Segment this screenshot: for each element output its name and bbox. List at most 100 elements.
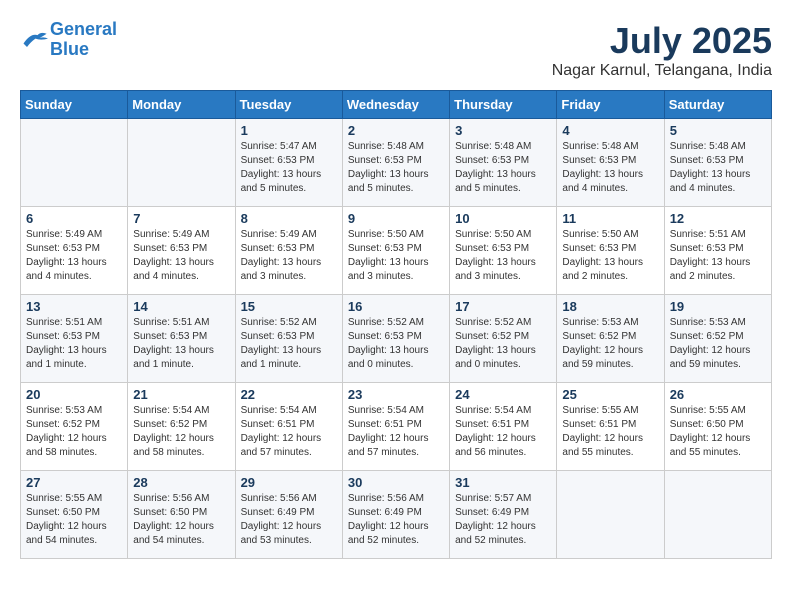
calendar-cell: 7Sunrise: 5:49 AM Sunset: 6:53 PM Daylig… — [128, 207, 235, 295]
day-info: Sunrise: 5:49 AM Sunset: 6:53 PM Dayligh… — [133, 228, 229, 284]
day-info: Sunrise: 5:52 AM Sunset: 6:53 PM Dayligh… — [241, 316, 337, 372]
calendar-cell: 28 Sunrise: 5:56 AM Sunset: 6:50 PM Dayli… — [128, 471, 235, 559]
calendar-cell: 8 Sunrise: 5:49 AM Sunset: 6:53 PM Daylig… — [235, 207, 342, 295]
calendar-cell — [21, 119, 128, 207]
week-row-1: 1 Sunrise: 5:47 AM Sunset: 6:53 PM Daylig… — [21, 119, 772, 207]
calendar-cell: 24 Sunrise: 5:54 AM Sunset: 6:51 PM Dayli… — [450, 383, 557, 471]
calendar-cell: 12 Sunrise: 5:51 AM Sunset: 6:53 PM Dayli… — [664, 207, 771, 295]
calendar-cell: 18Sunrise: 5:53 AM Sunset: 6:52 PM Dayli… — [557, 295, 664, 383]
day-number: 15 — [241, 299, 337, 314]
calendar-cell: 16 Sunrise: 5:52 AM Sunset: 6:53 PM Dayli… — [342, 295, 449, 383]
day-number: 4 — [562, 123, 658, 138]
title-area: July 2025 Nagar Karnul, Telangana, India — [552, 20, 772, 80]
day-number: 8 — [241, 211, 337, 226]
day-number: 16 — [348, 299, 444, 314]
day-info: Sunrise: 5:51 AM Sunset: 6:53 PM Dayligh… — [670, 228, 766, 284]
calendar-cell: 1 Sunrise: 5:47 AM Sunset: 6:53 PM Daylig… — [235, 119, 342, 207]
header-wednesday: Wednesday — [342, 91, 449, 119]
day-number: 10 — [455, 211, 551, 226]
day-number: 21 — [133, 387, 229, 402]
day-info: Sunrise: 5:47 AM Sunset: 6:53 PM Dayligh… — [241, 140, 337, 196]
calendar-cell: 17Sunrise: 5:52 AM Sunset: 6:52 PM Dayli… — [450, 295, 557, 383]
day-info: Sunrise: 5:56 AM Sunset: 6:50 PM Dayligh… — [133, 492, 229, 548]
calendar-cell: 14 Sunrise: 5:51 AM Sunset: 6:53 PM Dayli… — [128, 295, 235, 383]
day-info: Sunrise: 5:51 AM Sunset: 6:53 PM Dayligh… — [26, 316, 122, 372]
day-number: 22 — [241, 387, 337, 402]
calendar-cell: 13 Sunrise: 5:51 AM Sunset: 6:53 PM Dayli… — [21, 295, 128, 383]
day-number: 27 — [26, 475, 122, 490]
day-info: Sunrise: 5:54 AM Sunset: 6:51 PM Dayligh… — [241, 404, 337, 460]
day-number: 12 — [670, 211, 766, 226]
location-title: Nagar Karnul, Telangana, India — [552, 62, 772, 80]
day-info: Sunrise: 5:48 AM Sunset: 6:53 PM Dayligh… — [348, 140, 444, 196]
logo: General Blue — [20, 20, 117, 60]
header-saturday: Saturday — [664, 91, 771, 119]
header-friday: Friday — [557, 91, 664, 119]
calendar-cell: 10 Sunrise: 5:50 AM Sunset: 6:53 PM Dayli… — [450, 207, 557, 295]
logo-bird-icon — [20, 28, 48, 52]
day-number: 31 — [455, 475, 551, 490]
calendar-cell: 15 Sunrise: 5:52 AM Sunset: 6:53 PM Dayli… — [235, 295, 342, 383]
calendar-cell: 26 Sunrise: 5:55 AM Sunset: 6:50 PM Dayli… — [664, 383, 771, 471]
calendar-cell: 31 Sunrise: 5:57 AM Sunset: 6:49 PM Dayli… — [450, 471, 557, 559]
day-info: Sunrise: 5:50 AM Sunset: 6:53 PM Dayligh… — [455, 228, 551, 284]
calendar-cell: 25Sunrise: 5:55 AM Sunset: 6:51 PM Dayli… — [557, 383, 664, 471]
day-number: 23 — [348, 387, 444, 402]
calendar-cell — [664, 471, 771, 559]
calendar-cell: 4Sunrise: 5:48 AM Sunset: 6:53 PM Daylig… — [557, 119, 664, 207]
month-title: July 2025 — [552, 20, 772, 62]
day-number: 3 — [455, 123, 551, 138]
header-monday: Monday — [128, 91, 235, 119]
calendar-cell: 19 Sunrise: 5:53 AM Sunset: 6:52 PM Dayli… — [664, 295, 771, 383]
day-info: Sunrise: 5:57 AM Sunset: 6:49 PM Dayligh… — [455, 492, 551, 548]
day-number: 18 — [562, 299, 658, 314]
day-number: 13 — [26, 299, 122, 314]
calendar-cell: 21 Sunrise: 5:54 AM Sunset: 6:52 PM Dayli… — [128, 383, 235, 471]
day-number: 6 — [26, 211, 122, 226]
day-number: 29 — [241, 475, 337, 490]
day-info: Sunrise: 5:51 AM Sunset: 6:53 PM Dayligh… — [133, 316, 229, 372]
day-number: 11 — [562, 211, 658, 226]
day-number: 1 — [241, 123, 337, 138]
day-number: 25 — [562, 387, 658, 402]
day-info: Sunrise: 5:50 AM Sunset: 6:53 PM Dayligh… — [348, 228, 444, 284]
calendar-cell: 6 Sunrise: 5:49 AM Sunset: 6:53 PM Daylig… — [21, 207, 128, 295]
day-info: Sunrise: 5:53 AM Sunset: 6:52 PM Dayligh… — [670, 316, 766, 372]
day-info: Sunrise: 5:55 AM Sunset: 6:50 PM Dayligh… — [26, 492, 122, 548]
calendar-cell: 29 Sunrise: 5:56 AM Sunset: 6:49 PM Dayli… — [235, 471, 342, 559]
day-number: 5 — [670, 123, 766, 138]
day-number: 28 — [133, 475, 229, 490]
calendar-cell: 2Sunrise: 5:48 AM Sunset: 6:53 PM Daylig… — [342, 119, 449, 207]
day-number: 24 — [455, 387, 551, 402]
day-number: 20 — [26, 387, 122, 402]
header: General Blue July 2025 Nagar Karnul, Tel… — [20, 20, 772, 80]
day-number: 19 — [670, 299, 766, 314]
day-info: Sunrise: 5:49 AM Sunset: 6:53 PM Dayligh… — [26, 228, 122, 284]
logo-text-line1: General — [50, 20, 117, 40]
logo-text-line2: Blue — [50, 40, 117, 60]
calendar-header-row: SundayMondayTuesdayWednesdayThursdayFrid… — [21, 91, 772, 119]
calendar-cell: 20 Sunrise: 5:53 AM Sunset: 6:52 PM Dayli… — [21, 383, 128, 471]
calendar-cell: 27 Sunrise: 5:55 AM Sunset: 6:50 PM Dayli… — [21, 471, 128, 559]
day-info: Sunrise: 5:48 AM Sunset: 6:53 PM Dayligh… — [455, 140, 551, 196]
day-info: Sunrise: 5:48 AM Sunset: 6:53 PM Dayligh… — [670, 140, 766, 196]
day-info: Sunrise: 5:53 AM Sunset: 6:52 PM Dayligh… — [26, 404, 122, 460]
week-row-2: 6 Sunrise: 5:49 AM Sunset: 6:53 PM Daylig… — [21, 207, 772, 295]
day-info: Sunrise: 5:56 AM Sunset: 6:49 PM Dayligh… — [241, 492, 337, 548]
day-info: Sunrise: 5:52 AM Sunset: 6:53 PM Dayligh… — [348, 316, 444, 372]
calendar-cell: 11Sunrise: 5:50 AM Sunset: 6:53 PM Dayli… — [557, 207, 664, 295]
calendar-cell — [557, 471, 664, 559]
calendar-cell: 22 Sunrise: 5:54 AM Sunset: 6:51 PM Dayli… — [235, 383, 342, 471]
calendar-cell: 3 Sunrise: 5:48 AM Sunset: 6:53 PM Daylig… — [450, 119, 557, 207]
day-info: Sunrise: 5:55 AM Sunset: 6:50 PM Dayligh… — [670, 404, 766, 460]
day-info: Sunrise: 5:52 AM Sunset: 6:52 PM Dayligh… — [455, 316, 551, 372]
calendar-cell: 5 Sunrise: 5:48 AM Sunset: 6:53 PM Daylig… — [664, 119, 771, 207]
day-info: Sunrise: 5:49 AM Sunset: 6:53 PM Dayligh… — [241, 228, 337, 284]
day-number: 26 — [670, 387, 766, 402]
day-info: Sunrise: 5:54 AM Sunset: 6:52 PM Dayligh… — [133, 404, 229, 460]
header-sunday: Sunday — [21, 91, 128, 119]
day-info: Sunrise: 5:54 AM Sunset: 6:51 PM Dayligh… — [455, 404, 551, 460]
day-number: 14 — [133, 299, 229, 314]
week-row-3: 13 Sunrise: 5:51 AM Sunset: 6:53 PM Dayli… — [21, 295, 772, 383]
calendar-cell — [128, 119, 235, 207]
